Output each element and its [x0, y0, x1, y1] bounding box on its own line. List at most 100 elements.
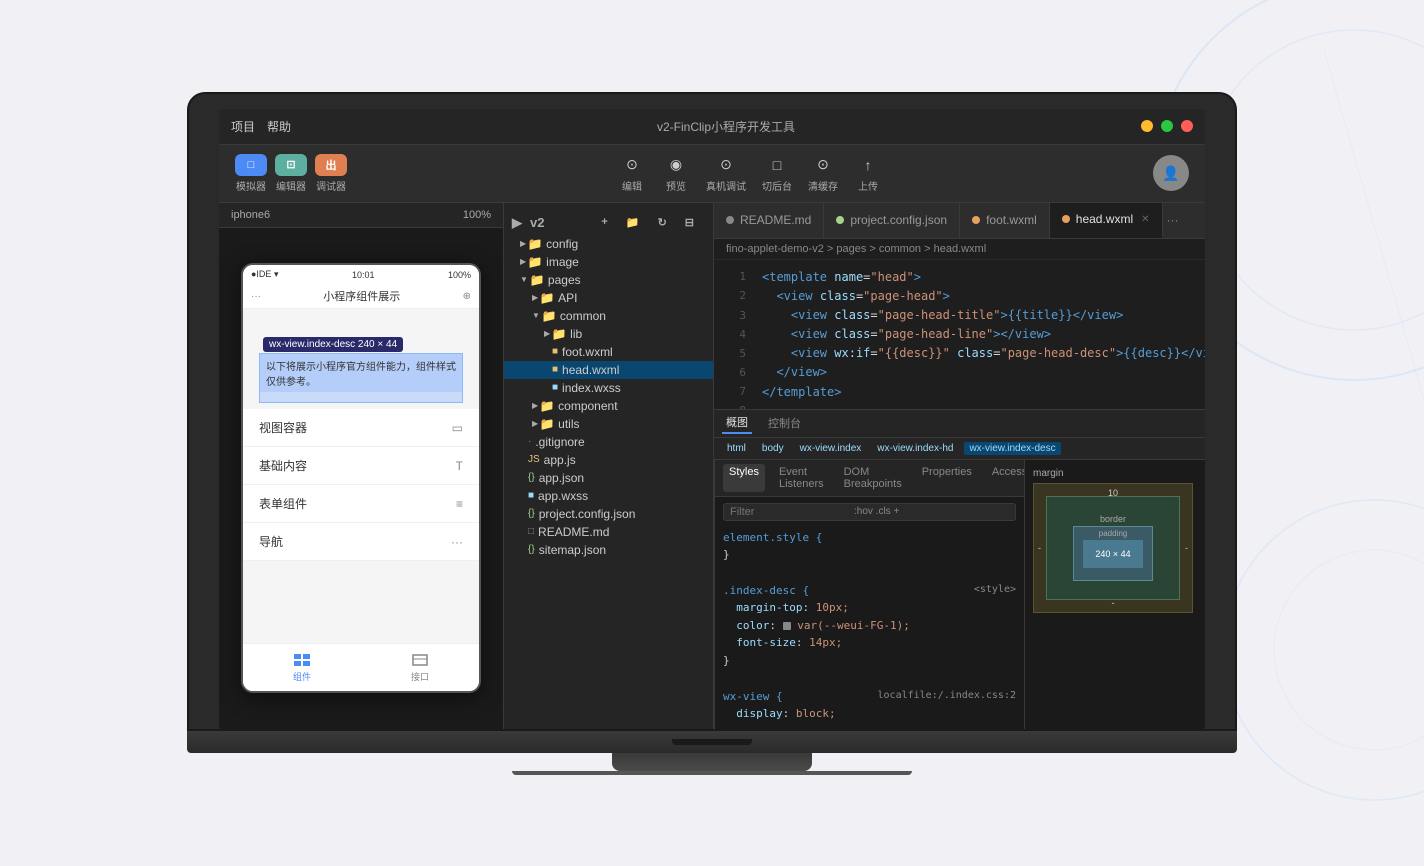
- file-app-wxss[interactable]: ■ app.wxss: [504, 487, 713, 505]
- comp-label-view: 视图容器: [259, 419, 307, 436]
- folder-pages[interactable]: ▼ 📁 pages: [504, 271, 713, 289]
- tab-readme[interactable]: README.md: [714, 203, 824, 238]
- file-sidebar: ▶ v2 + 📁 ↻ ⊟ ▶ 📁 conf: [504, 203, 714, 729]
- editor-icon: ⊡: [275, 154, 307, 176]
- panel-tab-overview[interactable]: 概图: [722, 412, 752, 434]
- index-wxss-label: index.wxss: [562, 381, 621, 395]
- style-prop-color: color: [736, 619, 769, 632]
- file-app-json[interactable]: {} app.json: [504, 469, 713, 487]
- readme-tab-dot: [726, 216, 734, 224]
- tab-foot-wxml[interactable]: foot.wxml: [960, 203, 1050, 238]
- elem-tab-wxview-desc[interactable]: wx-view.index-desc: [964, 442, 1060, 455]
- file-app-js[interactable]: JS app.js: [504, 451, 713, 469]
- box-margin-left: -: [1038, 543, 1041, 553]
- sitemap-label: sitemap.json: [539, 543, 606, 557]
- common-folder-icon: 📁: [542, 309, 556, 323]
- laptop: 项目 帮助 v2-FinClip小程序开发工具 □: [187, 92, 1237, 775]
- action-upload[interactable]: ↑ 上传: [854, 154, 882, 193]
- interface-icon: [410, 652, 430, 668]
- panel-tab-console[interactable]: 控制台: [764, 413, 805, 433]
- app-json-label: app.json: [539, 471, 584, 485]
- clear-cache-label: 清缓存: [808, 178, 838, 193]
- simulator-button[interactable]: □ 模拟器: [235, 154, 267, 193]
- box-border: border padding 240 × 44: [1046, 496, 1180, 600]
- head-tab-close[interactable]: ✕: [1141, 214, 1149, 225]
- folder-common-label: common: [560, 309, 606, 323]
- line-num-6: 6: [722, 364, 746, 382]
- sitemap-icon: {}: [528, 544, 535, 555]
- file-project-config[interactable]: {} project.config.json: [504, 505, 713, 523]
- min-button[interactable]: [1141, 120, 1153, 132]
- comp-item-basic[interactable]: 基础内容 T: [243, 447, 479, 485]
- styles-filter-input[interactable]: [730, 506, 850, 518]
- style-rule-index-desc: .index-desc { <style> margin-top: 10px; …: [723, 582, 1016, 670]
- box-padding: padding 240 × 44: [1073, 526, 1153, 581]
- comp-item-form[interactable]: 表单组件 ≡: [243, 485, 479, 523]
- new-file-icon[interactable]: +: [598, 215, 610, 230]
- elem-tab-html[interactable]: html: [722, 442, 751, 455]
- folder-api[interactable]: ▶ 📁 API: [504, 289, 713, 307]
- tab-project-config[interactable]: project.config.json: [824, 203, 960, 238]
- accessibility-tab[interactable]: Accessibility: [986, 464, 1025, 492]
- main-content: iphone6 100% ●IDE ▾ 10:01 100%: [219, 203, 1205, 729]
- properties-tab[interactable]: Properties: [916, 464, 978, 492]
- file-readme[interactable]: □ README.md: [504, 523, 713, 541]
- folder-common[interactable]: ▼ 📁 common: [504, 307, 713, 325]
- close-button[interactable]: [1181, 120, 1193, 132]
- comp-item-view-container[interactable]: 视图容器 ▭: [243, 409, 479, 447]
- new-folder-icon[interactable]: 📁: [623, 215, 643, 230]
- style-source-index: <style>: [974, 582, 1016, 598]
- menu-item-project[interactable]: 项目: [231, 118, 255, 135]
- elem-tab-body[interactable]: body: [757, 442, 789, 455]
- code-content-7: </template>: [762, 383, 841, 402]
- folder-image[interactable]: ▶ 📁 image: [504, 253, 713, 271]
- real-debug-label: 真机调试: [706, 178, 746, 193]
- dom-breakpoints-tab[interactable]: DOM Breakpoints: [838, 464, 908, 492]
- styles-tab[interactable]: Styles: [723, 464, 765, 492]
- comp-item-nav[interactable]: 导航 ···: [243, 523, 479, 561]
- debugger-button[interactable]: 出 调试器: [315, 154, 347, 193]
- folder-api-label: API: [558, 291, 577, 305]
- elem-tab-wxview-index[interactable]: wx-view.index: [795, 442, 867, 455]
- refresh-icon[interactable]: ↻: [655, 215, 670, 230]
- tab-foot-label: foot.wxml: [986, 213, 1037, 227]
- laptop-foot: [512, 771, 912, 775]
- style-selector-wxview: wx-view {: [723, 690, 783, 703]
- action-real-debug[interactable]: ⊙ 真机调试: [706, 154, 746, 193]
- lib-folder-icon: 📁: [552, 327, 566, 341]
- event-listeners-tab[interactable]: Event Listeners: [773, 464, 830, 492]
- file-gitignore[interactable]: · .gitignore: [504, 433, 713, 451]
- element-tabs: html body wx-view.index wx-view.index-hd…: [714, 438, 1205, 460]
- user-avatar[interactable]: 👤: [1153, 155, 1189, 191]
- folder-lib[interactable]: ▶ 📁 lib: [504, 325, 713, 343]
- code-editor[interactable]: 1 <template name="head"> 2 <view class="…: [714, 260, 1205, 409]
- file-sitemap[interactable]: {} sitemap.json: [504, 541, 713, 559]
- file-head-wxml[interactable]: ■ head.wxml: [504, 361, 713, 379]
- folder-config[interactable]: ▶ 📁 config: [504, 235, 713, 253]
- folder-utils[interactable]: ▶ 📁 utils: [504, 415, 713, 433]
- action-edit[interactable]: ⊙ 编辑: [618, 154, 646, 193]
- tab-more-button[interactable]: ···: [1167, 213, 1179, 227]
- file-foot-wxml[interactable]: ■ foot.wxml: [504, 343, 713, 361]
- file-index-wxss[interactable]: ■ index.wxss: [504, 379, 713, 397]
- index-wxss-icon: ■: [552, 382, 558, 393]
- box-model-label: margin: [1033, 468, 1197, 479]
- nav-interface[interactable]: 接口: [361, 644, 479, 691]
- app-window: 项目 帮助 v2-FinClip小程序开发工具 □: [219, 109, 1205, 729]
- code-line-6: 6 </view>: [714, 363, 1205, 382]
- elem-tab-wxview-hd[interactable]: wx-view.index-hd: [872, 442, 958, 455]
- collapse-icon[interactable]: ⊟: [682, 215, 697, 230]
- background-icon: □: [763, 154, 791, 176]
- editor-button[interactable]: ⊡ 编辑器: [275, 154, 307, 193]
- nav-components[interactable]: 组件: [243, 644, 361, 691]
- action-clear-cache[interactable]: ⊙ 清缓存: [808, 154, 838, 193]
- action-preview[interactable]: ◉ 预览: [662, 154, 690, 193]
- max-button[interactable]: [1161, 120, 1173, 132]
- tab-head-wxml[interactable]: head.wxml ✕: [1050, 203, 1163, 238]
- menu-item-help[interactable]: 帮助: [267, 118, 291, 135]
- phone-content: wx-view.index-desc 240 × 44 以下将展示小程序官方组件…: [243, 309, 479, 643]
- folder-component[interactable]: ▶ 📁 component: [504, 397, 713, 415]
- action-background[interactable]: □ 切后台: [762, 154, 792, 193]
- bottom-content: <wx-image class="index-logo" src="../res…: [714, 460, 1205, 729]
- nav-interface-label: 接口: [411, 670, 429, 683]
